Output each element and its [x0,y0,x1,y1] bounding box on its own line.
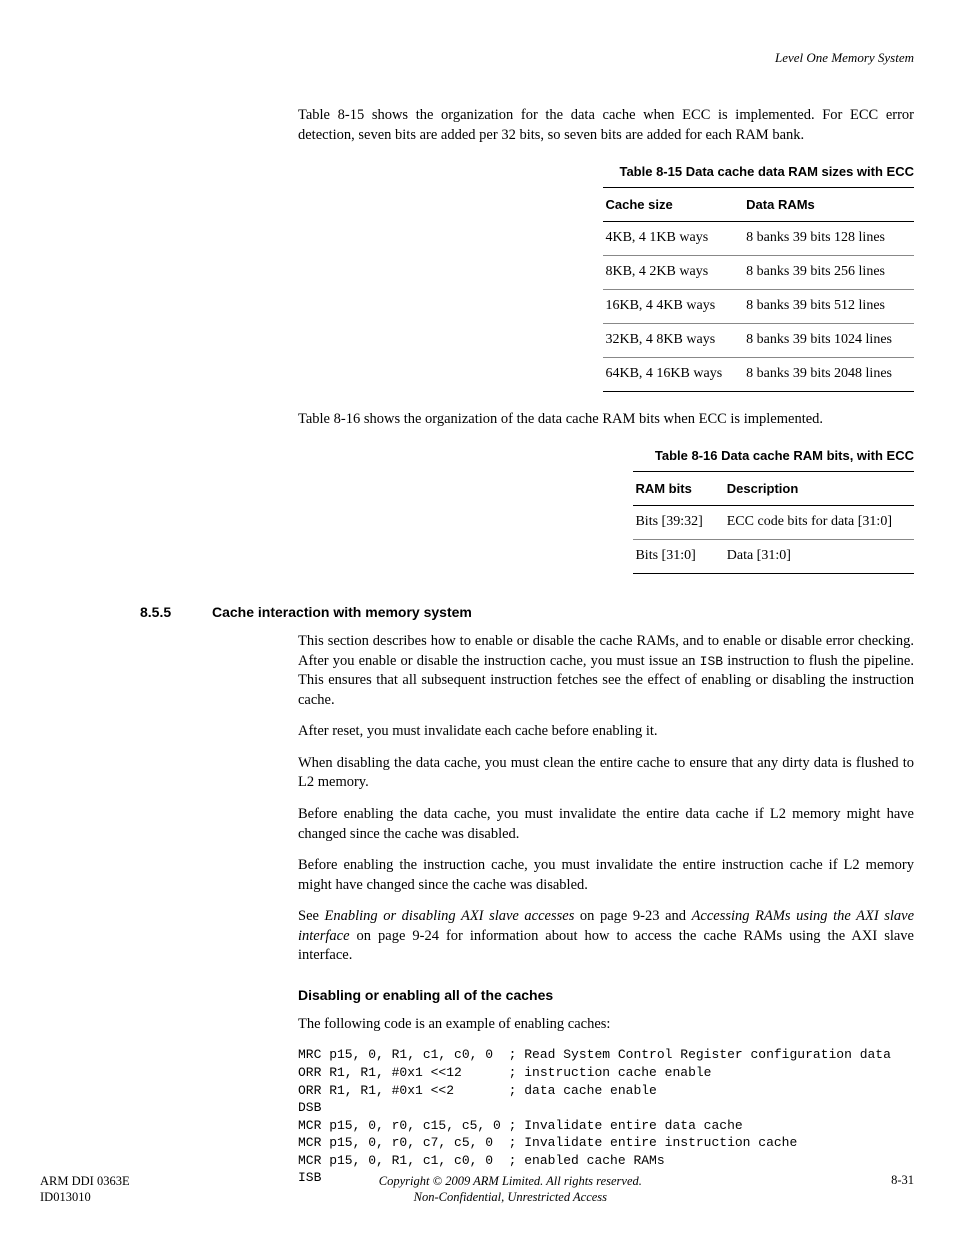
table-8-15: Cache size Data RAMs 4KB, 4 1KB ways8 ba… [603,187,914,392]
intro-paragraph: Table 8-15 shows the organization for th… [298,106,914,145]
table-row: 4KB, 4 1KB ways8 banks 39 bits 128 lines [603,222,914,256]
body-paragraph: After reset, you must invalidate each ca… [298,722,914,742]
code-block: MRC p15, 0, R1, c1, c0, 0 ; Read System … [298,1046,914,1186]
footer-center: Copyright © 2009 ARM Limited. All rights… [130,1173,891,1206]
col-cache-size: Cache size [603,187,744,222]
classification: Non-Confidential, Unrestricted Access [130,1189,891,1205]
footer-left: ARM DDI 0363E ID013010 [40,1173,130,1206]
body-paragraph: Before enabling the data cache, you must… [298,805,914,844]
section-heading: 8.5.5 Cache interaction with memory syst… [40,604,914,620]
mid-paragraph: Table 8-16 shows the organization of the… [298,410,914,430]
body-paragraph: When disabling the data cache, you must … [298,754,914,793]
table-row: 16KB, 4 4KB ways8 banks 39 bits 512 line… [603,290,914,324]
col-data-rams: Data RAMs [744,187,914,222]
col-description: Description [725,471,914,506]
body-paragraph: The following code is an example of enab… [298,1015,914,1035]
table-row: Bits [39:32]ECC code bits for data [31:0… [633,506,914,540]
table-header-row: Cache size Data RAMs [603,187,914,222]
page-footer: ARM DDI 0363E ID013010 Copyright © 2009 … [40,1173,914,1206]
table-8-16-caption: Table 8-16 Data cache RAM bits, with ECC [298,447,914,465]
table-8-16: RAM bits Description Bits [39:32]ECC cod… [633,471,914,574]
section-title: Cache interaction with memory system [212,604,472,620]
xref-link: Enabling or disabling AXI slave accesses [325,908,575,924]
subsection-title: Disabling or enabling all of the caches [298,986,914,1005]
table-row: Bits [31:0]Data [31:0] [633,540,914,574]
table-row: 64KB, 4 16KB ways8 banks 39 bits 2048 li… [603,357,914,391]
doc-id: ARM DDI 0363E [40,1173,130,1189]
table-row: 8KB, 4 2KB ways8 banks 39 bits 256 lines [603,256,914,290]
table-8-15-caption: Table 8-15 Data cache data RAM sizes wit… [298,163,914,181]
isb-code: ISB [700,654,723,669]
page-header: Level One Memory System [40,50,914,66]
page-number: 8-31 [891,1173,914,1188]
body-paragraph: This section describes how to enable or … [298,632,914,710]
col-ram-bits: RAM bits [633,471,724,506]
table-row: 32KB, 4 8KB ways8 banks 39 bits 1024 lin… [603,323,914,357]
doc-rev: ID013010 [40,1189,130,1205]
body-paragraph: Before enabling the instruction cache, y… [298,856,914,895]
section-number: 8.5.5 [140,604,212,620]
table-header-row: RAM bits Description [633,471,914,506]
body-paragraph: See Enabling or disabling AXI slave acce… [298,907,914,966]
copyright: Copyright © 2009 ARM Limited. All rights… [130,1173,891,1189]
